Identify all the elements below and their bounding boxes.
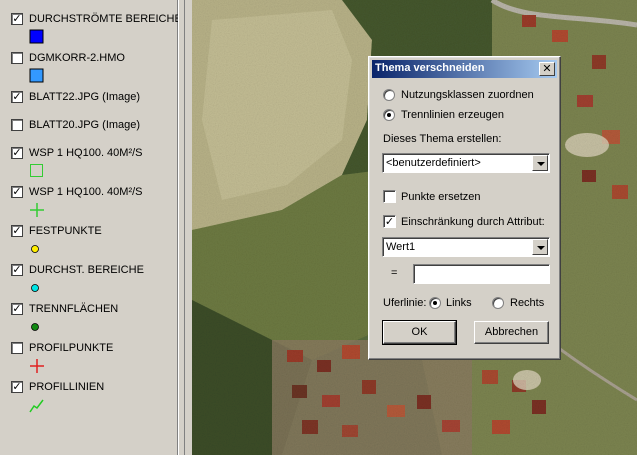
layer-visibility-checkbox[interactable]: ✓: [11, 381, 23, 393]
radio-nutzungsklassen[interactable]: [383, 89, 395, 101]
layer-name[interactable]: DURCHST. BEREICHE: [29, 264, 144, 276]
layer-name[interactable]: BLATT22.JPG (Image): [29, 91, 140, 103]
legend-item[interactable]: ✓ DURCHST. BEREICHE: [0, 263, 178, 302]
panel-splitter[interactable]: [178, 0, 192, 455]
legend-item[interactable]: ✓ BLATT22.JPG (Image): [0, 90, 178, 118]
layer-visibility-checkbox[interactable]: ✓: [11, 147, 23, 159]
layer-name[interactable]: DGMKORR-2.HMO: [29, 52, 125, 64]
create-theme-label: Dieses Thema erstellen:: [383, 133, 502, 145]
attribut-label[interactable]: Einschränkung durch Attribut:: [401, 216, 545, 228]
legend-item[interactable]: BLATT20.JPG (Image): [0, 118, 178, 146]
create-theme-combobox[interactable]: <benutzerdefiniert>: [382, 153, 550, 173]
dialog-titlebar[interactable]: Thema verschneiden ✕: [372, 60, 557, 78]
legend-item[interactable]: ✓ PROFILLINIEN: [0, 380, 178, 419]
punkte-ersetzen-label[interactable]: Punkte ersetzen: [401, 191, 481, 203]
layer-visibility-checkbox[interactable]: ✓: [11, 264, 23, 276]
cancel-button[interactable]: Abbrechen: [474, 321, 549, 344]
legend-item[interactable]: ✓ DURCHSTRÖMTE BEREICHE: [0, 12, 182, 51]
layer-visibility-checkbox[interactable]: ✓: [11, 225, 23, 237]
layer-name[interactable]: WSP 1 HQ100. 40M²/S: [29, 186, 143, 198]
uferlinie-label: Uferlinie:: [383, 297, 427, 309]
layer-visibility-checkbox[interactable]: [11, 342, 23, 354]
layer-symbol-dot-icon: [31, 323, 39, 331]
layer-symbol-filled-square-icon: [29, 29, 44, 44]
layer-symbol-dot-icon: [31, 245, 39, 253]
radio-rechts[interactable]: [492, 297, 504, 309]
layer-symbol-zigzag-icon: [29, 399, 44, 413]
layer-symbol-filled-square-icon: [29, 68, 44, 83]
layer-name[interactable]: TRENNFLÄCHEN: [29, 303, 118, 315]
layer-symbol-cross-icon: [30, 359, 44, 373]
layer-visibility-checkbox[interactable]: ✓: [11, 13, 23, 25]
layer-symbol-dot-icon: [31, 284, 39, 292]
chevron-down-icon[interactable]: [532, 239, 548, 255]
legend-item[interactable]: ✓ FESTPUNKTE: [0, 224, 178, 263]
close-icon[interactable]: ✕: [539, 62, 555, 76]
layer-visibility-checkbox[interactable]: ✓: [11, 186, 23, 198]
equals-label: =: [391, 267, 398, 279]
attribut-combobox[interactable]: Wert1: [382, 237, 550, 257]
layer-symbol-cross-icon: [30, 203, 44, 217]
radio-links-label[interactable]: Links: [446, 297, 472, 309]
create-theme-value: <benutzerdefiniert>: [386, 157, 481, 169]
layer-name[interactable]: WSP 1 HQ100. 40M²/S: [29, 147, 143, 159]
radio-links[interactable]: [429, 297, 441, 309]
punkte-ersetzen-checkbox[interactable]: [383, 190, 396, 203]
layer-visibility-checkbox[interactable]: ✓: [11, 303, 23, 315]
layer-name[interactable]: BLATT20.JPG (Image): [29, 119, 140, 131]
legend-item[interactable]: ✓ TRENNFLÄCHEN: [0, 302, 178, 341]
chevron-down-icon[interactable]: [532, 155, 548, 171]
dialog-title: Thema verschneiden: [375, 62, 485, 74]
layer-visibility-checkbox[interactable]: [11, 52, 23, 64]
radio-trennlinien[interactable]: [383, 109, 395, 121]
legend-item[interactable]: ✓ WSP 1 HQ100. 40M²/S: [0, 185, 178, 224]
radio-rechts-label[interactable]: Rechts: [510, 297, 544, 309]
legend-item[interactable]: DGMKORR-2.HMO: [0, 51, 178, 90]
layer-symbol-outline-square-icon: [30, 164, 43, 177]
layer-name[interactable]: FESTPUNKTE: [29, 225, 102, 237]
layer-visibility-checkbox[interactable]: [11, 119, 23, 131]
attribut-wert-input[interactable]: [413, 264, 550, 284]
legend-item[interactable]: PROFILPUNKTE: [0, 341, 178, 380]
attribut-checkbox[interactable]: ✓: [383, 215, 396, 228]
layer-name[interactable]: PROFILLINIEN: [29, 381, 104, 393]
legend-panel: ✓ DURCHSTRÖMTE BEREICHE DGMKORR-2.HMO ✓ BLAT…: [0, 0, 182, 455]
thema-verschneiden-dialog: Thema verschneiden ✕ Nutzungsklassen zuo…: [368, 56, 561, 360]
layer-visibility-checkbox[interactable]: ✓: [11, 91, 23, 103]
ok-button[interactable]: OK: [382, 320, 457, 345]
radio-nutzungsklassen-label[interactable]: Nutzungsklassen zuordnen: [401, 89, 534, 101]
layer-name[interactable]: DURCHSTRÖMTE BEREICHE: [29, 13, 182, 25]
legend-item[interactable]: ✓ WSP 1 HQ100. 40M²/S: [0, 146, 178, 185]
attribut-value: Wert1: [386, 241, 416, 253]
layer-name[interactable]: PROFILPUNKTE: [29, 342, 113, 354]
radio-trennlinien-label[interactable]: Trennlinien erzeugen: [401, 109, 504, 121]
